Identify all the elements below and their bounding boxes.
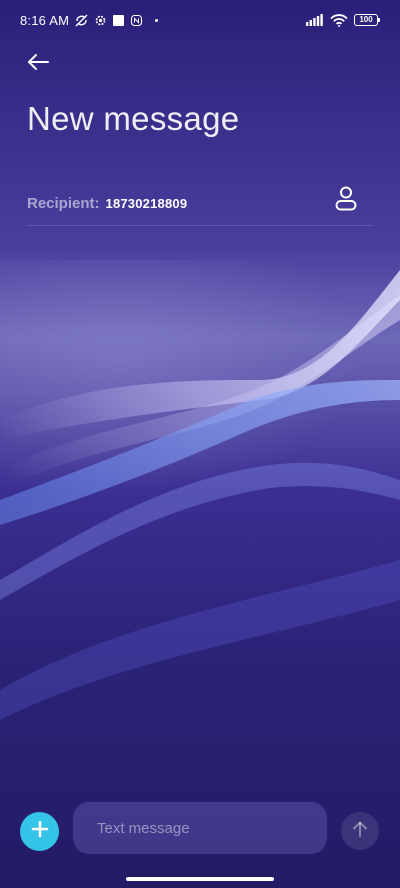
battery-level: 100	[359, 15, 373, 24]
page-title: New message	[27, 100, 240, 137]
back-button[interactable]	[20, 48, 56, 80]
add-attachment-button[interactable]	[20, 812, 59, 851]
dot-icon	[155, 18, 159, 22]
plus-icon	[31, 820, 49, 843]
home-indicator[interactable]	[126, 877, 274, 881]
status-bar: 8:16 AM 100	[0, 0, 400, 40]
recipient-row[interactable]: Recipient: 18730218809	[27, 182, 373, 226]
pick-contact-button[interactable]	[333, 186, 359, 214]
square-icon	[113, 14, 125, 26]
person-icon	[334, 185, 358, 216]
send-button[interactable]	[341, 812, 379, 850]
recipient-number[interactable]: 18730218809	[106, 196, 188, 211]
status-time: 8:16 AM	[20, 12, 70, 28]
back-arrow-icon	[26, 52, 50, 77]
message-input[interactable]	[73, 802, 327, 854]
status-right: 100	[306, 13, 380, 27]
settings-gear-icon	[94, 14, 107, 27]
status-left: 8:16 AM	[20, 12, 159, 28]
no-sync-icon	[75, 14, 88, 27]
wifi-icon	[330, 13, 348, 27]
signal-icon	[306, 14, 324, 27]
arrow-up-icon	[351, 820, 369, 843]
compose-bar	[0, 800, 400, 856]
battery-icon: 100	[354, 14, 380, 26]
recipient-label: Recipient:	[27, 195, 100, 212]
nfc-icon	[130, 14, 143, 27]
